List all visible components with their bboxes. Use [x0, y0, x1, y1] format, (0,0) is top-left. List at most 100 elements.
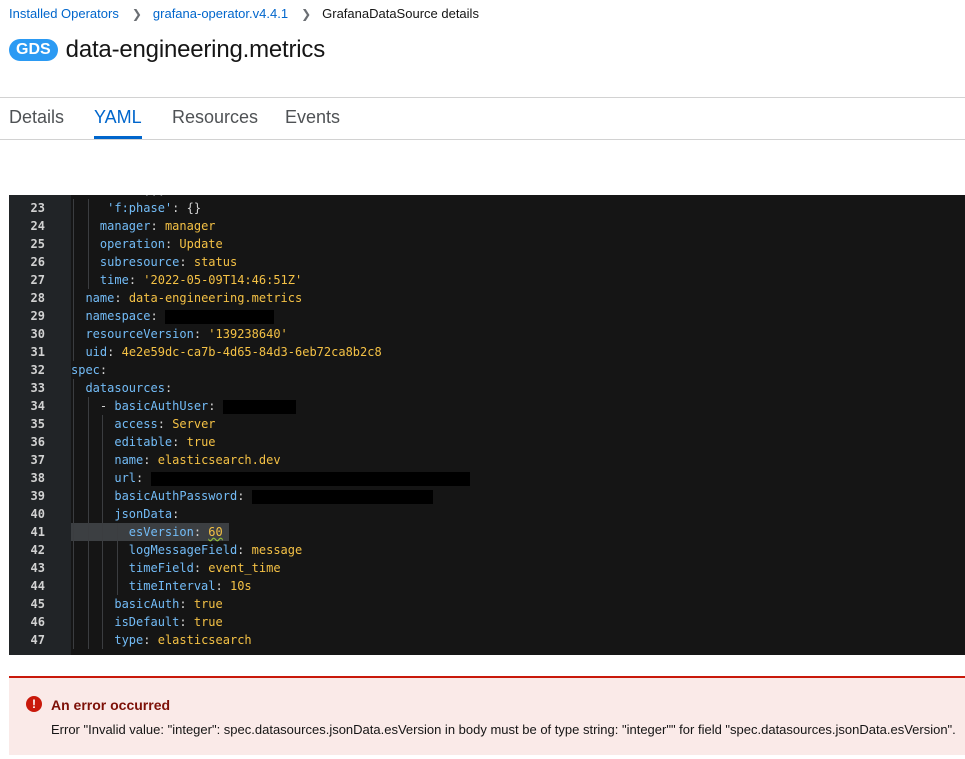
indent-guide [116, 523, 118, 541]
indent-guide [73, 595, 74, 613]
code-line[interactable]: 31 uid: 4e2e59dc-ca7b-4d65-84d3-6eb72ca8… [9, 343, 965, 361]
indent-guide [87, 217, 89, 235]
alert-message: Error "Invalid value: "integer": spec.da… [51, 722, 956, 737]
line-number: 34 [30, 399, 45, 413]
code-line[interactable]: 28 name: data-engineering.metrics [9, 289, 965, 307]
line-number: 44 [30, 579, 45, 593]
indent-guide [87, 433, 89, 451]
code-line[interactable]: 25 operation: Update [9, 235, 965, 253]
indent-guide [87, 199, 89, 217]
code-line[interactable]: 44 timeInterval: 10s [9, 577, 965, 595]
line-number: 25 [30, 237, 45, 251]
code-text: editable: true [114, 435, 216, 449]
indent-guide [73, 415, 74, 433]
page-title: data-engineering.metrics [65, 36, 326, 63]
code-line[interactable]: 37 name: elasticsearch.dev [9, 451, 965, 469]
code-line[interactable]: 32 spec: [9, 361, 965, 379]
code-text: uid: 4e2e59dc-ca7b-4d65-84d3-6eb72ca8b2c… [85, 345, 382, 359]
indent-guide [73, 217, 74, 235]
yaml-editor[interactable]: ... 23 'f:phase': {}24 manager: manager2… [9, 195, 965, 655]
resource-kind-badge: GDS [9, 39, 58, 61]
code-line[interactable]: 23 'f:phase': {} [9, 199, 965, 217]
indent-guide [102, 541, 103, 559]
line-number: 32 [30, 363, 45, 377]
code-text: name: data-engineering.metrics [85, 291, 303, 305]
tab-events[interactable]: Events [285, 107, 340, 138]
indent-guide [87, 595, 89, 613]
indent-guide [87, 415, 89, 433]
indent-guide [87, 469, 89, 487]
redacted-value [164, 309, 274, 324]
indent-guide [102, 631, 103, 649]
line-number: 35 [30, 417, 45, 431]
line-number: 40 [30, 507, 45, 521]
indent-guide [73, 577, 74, 595]
line-number: 47 [30, 633, 45, 647]
indent-guide [87, 541, 89, 559]
code-text: operation: Update [99, 237, 223, 251]
line-number: 43 [30, 561, 45, 575]
indent-guide [87, 613, 89, 631]
page-header: GDS data-engineering.metrics [9, 36, 325, 64]
indent-guide [102, 613, 103, 631]
indent-guide [73, 253, 74, 271]
line-number: 45 [30, 597, 45, 611]
code-line[interactable]: 27 time: '2022-05-09T14:46:51Z' [9, 271, 965, 289]
line-number: 29 [30, 309, 45, 323]
code-line[interactable]: 30 resourceVersion: '139238640' [9, 325, 965, 343]
tab-yaml[interactable]: YAML [94, 107, 142, 139]
code-line[interactable]: 45 basicAuth: true [9, 595, 965, 613]
line-number: 39 [30, 489, 45, 503]
code-line[interactable]: 26 subresource: status [9, 253, 965, 271]
line-number: 30 [30, 327, 45, 341]
indent-guide [87, 505, 89, 523]
indent-guide [73, 451, 74, 469]
redacted-value [222, 399, 296, 414]
line-number: 23 [30, 201, 45, 215]
indent-guide [73, 433, 74, 451]
code-text: manager: manager [99, 219, 216, 233]
code-line[interactable]: 39 basicAuthPassword: [9, 487, 965, 505]
code-text: basicAuthPassword: [71, 487, 433, 505]
code-line[interactable]: 47 type: elasticsearch [9, 631, 965, 649]
indent-guide [73, 379, 74, 397]
indent-guide [73, 289, 74, 307]
line-number: 37 [30, 453, 45, 467]
code-text: esVersion: 60 [128, 525, 223, 539]
tab-resources[interactable]: Resources [172, 107, 258, 138]
code-line[interactable]: 41 esVersion: 60 [9, 523, 965, 541]
indent-guide [102, 469, 103, 487]
code-line[interactable]: 46 isDefault: true [9, 613, 965, 631]
code-line[interactable]: 33 datasources: [9, 379, 965, 397]
line-number: 38 [30, 471, 45, 485]
breadcrumb-installed-operators[interactable]: Installed Operators [9, 5, 119, 23]
line-number: 36 [30, 435, 45, 449]
code-text: basicAuth: true [114, 597, 223, 611]
indent-guide [102, 487, 103, 505]
code-line[interactable]: 24 manager: manager [9, 217, 965, 235]
code-line[interactable]: 42 logMessageField: message [9, 541, 965, 559]
code-line[interactable]: 29 namespace: [9, 307, 965, 325]
code-line[interactable]: 38 url: [9, 469, 965, 487]
error-alert: ! An error occurred Error "Invalid value… [9, 676, 965, 755]
code-line[interactable]: 35 access: Server [9, 415, 965, 433]
indent-guide [87, 523, 89, 541]
code-text: isDefault: true [114, 615, 223, 629]
indent-guide [73, 559, 74, 577]
breadcrumb-operator-version[interactable]: grafana-operator.v4.4.1 [153, 5, 288, 23]
indent-guide [102, 433, 103, 451]
line-number: 42 [30, 543, 45, 557]
code-line[interactable]: 43 timeField: event_time [9, 559, 965, 577]
code-text: spec: [71, 363, 108, 377]
code-text: resourceVersion: '139238640' [85, 327, 288, 341]
code-line[interactable]: 36 editable: true [9, 433, 965, 451]
code-text: datasources: [85, 381, 173, 395]
code-line[interactable]: 34 - basicAuthUser: [9, 397, 965, 415]
partial-line [9, 649, 965, 655]
breadcrumb-current: GrafanaDataSource details [322, 6, 479, 21]
tab-details[interactable]: Details [9, 107, 64, 138]
indent-guide [102, 415, 103, 433]
line-number: 33 [30, 381, 45, 395]
code-line[interactable]: 40 jsonData: [9, 505, 965, 523]
code-text: timeInterval: 10s [128, 579, 252, 593]
